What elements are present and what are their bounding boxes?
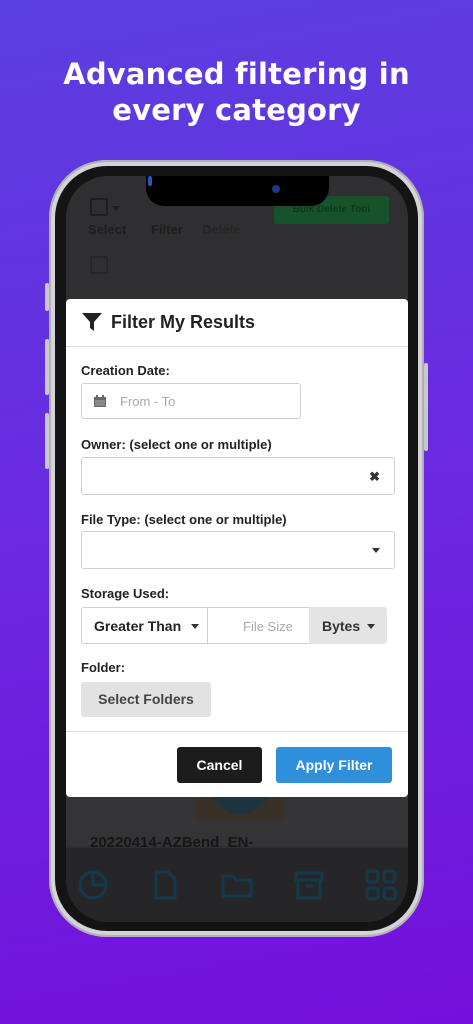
- file-type-select[interactable]: [81, 531, 395, 569]
- dashboard-icon[interactable]: [76, 868, 110, 902]
- storage-comparator-value: Greater Than: [94, 618, 182, 634]
- comparator-chevron-icon: [191, 624, 199, 629]
- filter-icon: [82, 313, 102, 331]
- modal-footer-divider: [66, 731, 408, 732]
- select-checkbox[interactable]: [90, 198, 108, 216]
- file-icon[interactable]: [148, 868, 182, 902]
- sensor: [148, 176, 152, 186]
- calendar-icon: [94, 395, 106, 407]
- select-label[interactable]: Select: [88, 222, 126, 237]
- cancel-button[interactable]: Cancel: [177, 747, 262, 783]
- owner-label: Owner: (select one or multiple): [81, 437, 272, 452]
- select-folders-button[interactable]: Select Folders: [81, 682, 211, 717]
- phone-volume-up: [45, 339, 49, 395]
- bottom-tab-bar: [66, 848, 408, 922]
- file-type-label: File Type: (select one or multiple): [81, 512, 287, 527]
- front-camera: [272, 185, 280, 193]
- archive-icon[interactable]: [292, 868, 326, 902]
- clear-owner-icon[interactable]: ✖: [369, 469, 380, 485]
- apply-filter-button[interactable]: Apply Filter: [276, 747, 392, 783]
- headline-line-1: Advanced filtering in: [63, 57, 410, 91]
- folder-label: Folder:: [81, 660, 126, 675]
- phone-notch: [146, 176, 329, 206]
- file-size-input[interactable]: File Size: [208, 607, 310, 644]
- storage-label: Storage Used:: [81, 586, 170, 601]
- chevron-down-icon: [372, 548, 380, 553]
- storage-comparator-select[interactable]: Greater Than: [81, 607, 208, 644]
- headline: Advanced filtering in every category: [0, 56, 473, 128]
- filter-modal: Filter My Results Creation Date: From - …: [66, 299, 408, 797]
- delete-label[interactable]: Delete: [202, 222, 241, 237]
- file-size-placeholder: File Size: [243, 619, 293, 634]
- row-checkbox[interactable]: [90, 256, 108, 274]
- modal-header: Filter My Results: [66, 299, 408, 347]
- phone-power-button: [424, 363, 428, 451]
- select-caret-icon: [112, 206, 120, 211]
- folder-icon[interactable]: [220, 868, 254, 902]
- modal-title: Filter My Results: [111, 312, 256, 332]
- storage-unit-value: Bytes: [322, 618, 361, 634]
- grid-icon[interactable]: [364, 868, 398, 902]
- storage-used-group: Greater Than File Size Bytes: [81, 607, 387, 644]
- storage-unit-select[interactable]: Bytes: [309, 607, 387, 644]
- phone-volume-down: [45, 413, 49, 469]
- headline-line-2: every category: [112, 93, 361, 127]
- filter-label[interactable]: Filter: [151, 222, 183, 237]
- owner-select[interactable]: ✖: [81, 457, 395, 495]
- phone-side-button: [45, 283, 49, 311]
- creation-date-placeholder: From - To: [120, 394, 176, 409]
- unit-chevron-icon: [367, 624, 375, 629]
- creation-date-label: Creation Date:: [81, 363, 170, 378]
- creation-date-input[interactable]: From - To: [81, 383, 301, 419]
